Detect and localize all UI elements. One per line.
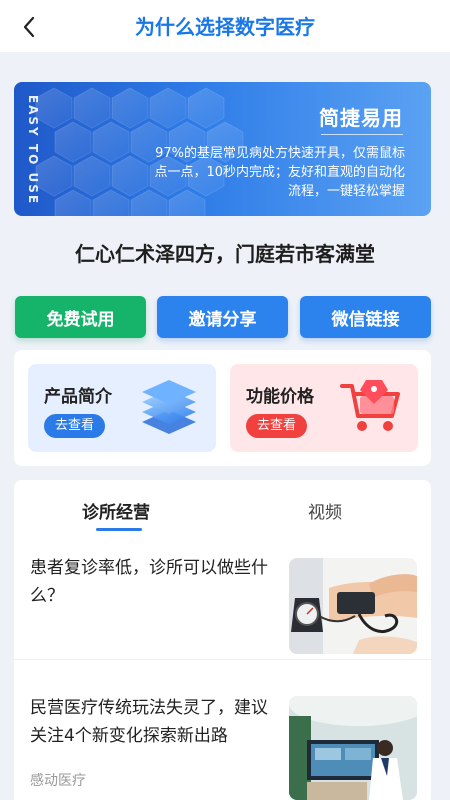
info-cards-panel: 产品简介 去查看 功能价格 去查看 — [14, 350, 431, 466]
article-feed: 诊所经营 视频 患者复诊率低，诊所可以做些什么？ 民营医疗传统玩法失灵了，建议关… — [14, 480, 431, 800]
card-title: 功能价格 — [246, 387, 314, 407]
article-title: 民营医疗传统玩法失灵了，建议关注4个新变化探索新出路 — [30, 698, 268, 746]
blood-pressure-image — [289, 558, 417, 654]
page-title: 为什么选择数字医疗 — [135, 15, 315, 39]
top-bar: 为什么选择数字医疗 — [0, 0, 450, 52]
invite-share-button[interactable]: 邀请分享 — [157, 296, 288, 338]
clinic-image — [289, 696, 417, 800]
tab-clinic-operation[interactable]: 诊所经营 — [82, 498, 150, 523]
banner-heading: 简捷易用 — [319, 106, 403, 130]
banner-description: 97%的基层常见病处方快速开具，仅需鼠标点一点，10秒内完成；友好和直观的自动化… — [154, 146, 405, 199]
view-product-button[interactable]: 去查看 — [44, 414, 106, 438]
wechat-link-button[interactable]: 微信链接 — [300, 296, 431, 338]
tab-video[interactable]: 视频 — [308, 498, 342, 523]
feature-banner[interactable]: EASY TO USE 简捷易用 97%的基层常见病处方快速开具，仅需鼠标点一点… — [14, 82, 431, 216]
article-title: 患者复诊率低，诊所可以做些什么？ — [30, 558, 268, 606]
article-item[interactable]: 民营医疗传统玩法失灵了，建议关注4个新变化探索新出路 感动医疗 — [14, 686, 431, 800]
layers-icon — [142, 380, 196, 434]
article-thumbnail — [289, 696, 417, 800]
active-tab-indicator — [96, 528, 142, 531]
banner-vertical-text: EASY TO USE — [26, 94, 40, 206]
shopping-cart-icon — [340, 380, 400, 431]
banner-divider — [321, 134, 403, 135]
article-item[interactable]: 患者复诊率低，诊所可以做些什么？ — [14, 546, 431, 660]
article-thumbnail — [289, 558, 417, 654]
view-price-button[interactable]: 去查看 — [246, 414, 308, 438]
price-features-card[interactable]: 功能价格 去查看 — [230, 364, 418, 452]
slogan-text: 仁心仁术泽四方，门庭若市客满堂 — [75, 242, 375, 266]
free-trial-button[interactable]: 免费试用 — [15, 296, 146, 338]
article-source: 感动医疗 — [30, 773, 86, 789]
card-title: 产品简介 — [44, 387, 112, 407]
product-intro-card[interactable]: 产品简介 去查看 — [28, 364, 216, 452]
